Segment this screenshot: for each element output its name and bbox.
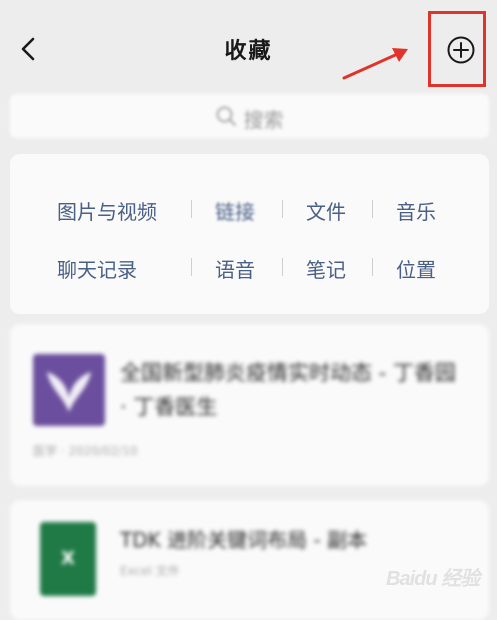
annotation-arrow bbox=[342, 48, 408, 80]
divider bbox=[372, 258, 373, 276]
item-title: TDK 进阶关键词布局 - 副本 bbox=[120, 528, 368, 552]
divider bbox=[282, 200, 283, 218]
search-icon bbox=[215, 106, 243, 132]
item-meta: 医学 · 2020/02/10 bbox=[33, 444, 138, 458]
category-music[interactable]: 音乐 bbox=[396, 196, 436, 225]
search-bar[interactable]: 搜索 bbox=[10, 94, 489, 138]
favorite-item[interactable]: 全国新型肺炎疫情实时动态 - 丁香园 · 丁香医生 医学 · 2020/02/1… bbox=[10, 324, 489, 486]
search-placeholder: 搜索 bbox=[243, 108, 284, 132]
divider bbox=[282, 258, 283, 276]
excel-file-icon: X bbox=[40, 522, 96, 596]
item-title: 全国新型肺炎疫情实时动态 - 丁香园 · 丁香医生 bbox=[120, 361, 456, 419]
divider bbox=[191, 258, 192, 276]
page-title: 收藏 bbox=[224, 39, 273, 64]
category-location[interactable]: 位置 bbox=[396, 254, 436, 283]
category-panel: 图片与视频 链接 文件 音乐 聊天记录 语音 笔记 位置 bbox=[10, 154, 489, 314]
category-links[interactable]: 链接 bbox=[215, 196, 255, 225]
category-files[interactable]: 文件 bbox=[306, 196, 346, 225]
nav-bar: 收藏 bbox=[0, 0, 497, 96]
category-images-videos[interactable]: 图片与视频 bbox=[57, 196, 157, 225]
category-notes[interactable]: 笔记 bbox=[306, 254, 346, 283]
category-chat-history[interactable]: 聊天记录 bbox=[57, 254, 137, 283]
divider bbox=[372, 200, 373, 218]
category-voice[interactable]: 语音 bbox=[215, 254, 255, 283]
highlight-box bbox=[428, 11, 486, 87]
item-meta: Excel 文件 bbox=[120, 564, 180, 578]
search-field[interactable]: 搜索 bbox=[10, 104, 489, 133]
baidu-watermark: Baidu 经验 bbox=[386, 552, 486, 592]
watermark-text: Baidu 经验 bbox=[386, 568, 480, 590]
butterfly-logo-icon bbox=[33, 354, 105, 426]
divider bbox=[191, 200, 192, 218]
